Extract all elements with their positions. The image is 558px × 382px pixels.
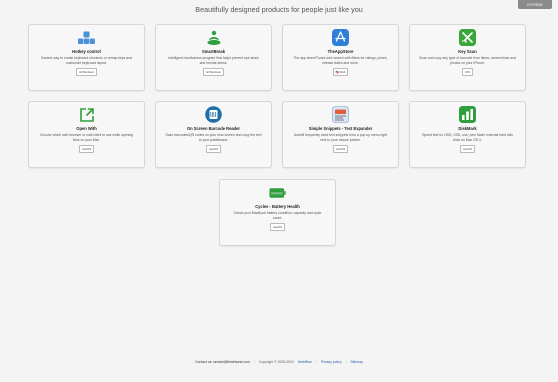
card-title: On Screen Barcode Reader	[186, 126, 240, 131]
product-card-simple-snippets[interactable]: Simple Snippets - Text Expander Autofill…	[282, 101, 399, 168]
footer: Contact us: service@thisthwest.com | Cop…	[0, 360, 558, 364]
text-expander-icon	[332, 106, 349, 123]
card-title: TheAppStore	[327, 49, 354, 54]
platform-badge[interactable]: iOS	[462, 68, 473, 76]
disk-chart-icon	[459, 106, 476, 123]
product-card-key-scan[interactable]: Key Scan Scan and copy any type of barco…	[409, 24, 526, 91]
card-description: Scan and copy any type of barcode from i…	[419, 56, 516, 65]
card-title: Hotkey control	[72, 49, 101, 54]
product-card-open-with[interactable]: Open With Choose which web browser or ma…	[28, 101, 145, 168]
card-description: Choose which web browser or mail client …	[39, 133, 134, 142]
card-title: Open With	[76, 126, 97, 131]
platform-badge[interactable]: ⊞ Windows	[203, 68, 224, 76]
platform-badge[interactable]: macOS	[269, 223, 286, 231]
card-title: Key Scan	[458, 49, 477, 54]
card-title: Simple Snippets - Text Expander	[308, 126, 373, 131]
footer-contact[interactable]: Contact us: service@thisthwest.com	[195, 360, 250, 364]
footer-privacy-link[interactable]: Privacy policy	[321, 360, 342, 364]
card-description: Scan barcodes/QR codes on your mac scree…	[165, 133, 262, 142]
footer-separator: |	[253, 360, 255, 364]
card-title: Cycles - Battery Health	[255, 204, 300, 209]
platform-badge[interactable]: macOS	[205, 145, 222, 153]
open-with-arrow-icon	[78, 106, 95, 123]
app-store-icon	[332, 29, 349, 46]
keyboard-keys-icon	[78, 29, 95, 46]
footer-separator: |	[345, 360, 347, 364]
platform-badge[interactable]: macOS	[459, 145, 476, 153]
platform-badge[interactable]: 🇺🇸 Web	[332, 68, 349, 76]
card-description: Intelligent mindfulness program that hel…	[168, 56, 259, 65]
card-description: The app store/iTunes web search with fil…	[293, 56, 388, 65]
platform-badge[interactable]: macOS	[78, 145, 95, 153]
barcode-reader-icon	[205, 106, 222, 123]
card-description: Autofill frequently used text snippets f…	[293, 133, 388, 142]
platform-badge[interactable]: ⊞ Windows	[76, 68, 97, 76]
page-headline: Beautifully designed products for people…	[195, 5, 363, 14]
footer-sitemap-link[interactable]: Sitemap	[350, 360, 362, 364]
card-description: Speed test for HDD, SSD, usb, pen/ flash…	[422, 133, 513, 142]
battery-icon	[269, 184, 286, 201]
card-description: Check your MacBook battery condition, ca…	[233, 211, 322, 220]
card-description: Easiest way to create keyboard shortcuts…	[41, 56, 132, 65]
product-card-hotkey-control[interactable]: Hotkey control Easiest way to create key…	[28, 24, 145, 91]
product-card-on-screen-barcode-reader[interactable]: On Screen Barcode Reader Scan barcodes/Q…	[155, 101, 272, 168]
barcode-scan-icon	[459, 29, 476, 46]
card-title: SmartBreak	[202, 49, 225, 54]
product-card-theappstore[interactable]: TheAppStore The app store/iTunes web sea…	[282, 24, 399, 91]
platform-badge[interactable]: macOS	[332, 145, 349, 153]
card-title: DiskMark	[458, 126, 477, 131]
product-card-cycles-battery-health[interactable]: Cycles - Battery Health Check your MacBo…	[219, 179, 336, 246]
footer-brand-link[interactable]: fetchBlue	[298, 360, 312, 364]
footer-copyright: Copyright © 2005-2024	[258, 360, 294, 364]
meditation-icon	[205, 29, 222, 46]
product-card-diskmark[interactable]: DiskMark Speed test for HDD, SSD, usb, p…	[409, 101, 526, 168]
footer-separator: |	[315, 360, 317, 364]
product-card-smartbreak[interactable]: SmartBreak Intelligent mindfulness progr…	[155, 24, 272, 91]
